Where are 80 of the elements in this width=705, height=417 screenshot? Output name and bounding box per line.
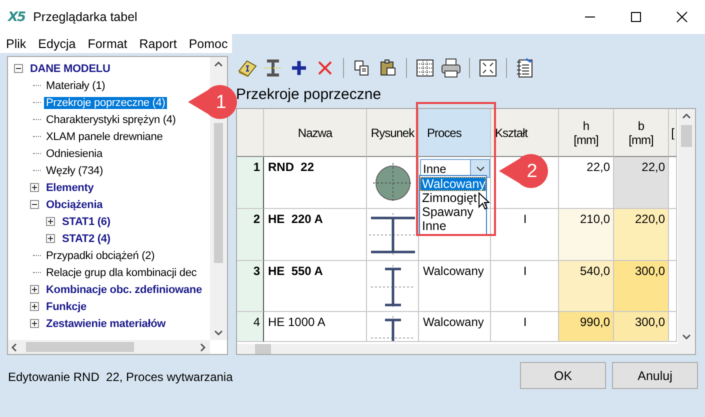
table-cell: HE 220 A [264, 209, 367, 261]
table-cell: HE 550 A [264, 261, 367, 312]
expand-icon[interactable] [30, 319, 39, 328]
tree-item[interactable]: Funkcje [44, 300, 89, 312]
chevron-down-icon[interactable] [476, 166, 484, 172]
column-header[interactable]: Nazwa [264, 109, 367, 157]
dialog-button[interactable]: Anuluj [612, 362, 698, 389]
columns-icon[interactable] [414, 57, 436, 79]
tree-item[interactable]: Kombinacje obc. zdefiniowane [44, 284, 204, 296]
printer-icon[interactable] [440, 57, 462, 79]
tree-item[interactable]: DANE MODELU [28, 62, 112, 74]
menu-item[interactable]: Edycja [32, 36, 82, 50]
table-cell: 210,0 [559, 209, 614, 261]
tree-item[interactable]: XLAM panele drewniane [44, 130, 165, 142]
app-logo: X5 [8, 10, 26, 24]
table-cell: 220,0 [614, 209, 669, 261]
table-cell: I [523, 315, 527, 329]
expand-icon[interactable] [46, 217, 55, 226]
window-title: Przeglądarka tabel [33, 10, 138, 24]
expand-icon[interactable] [46, 234, 55, 243]
table-cell: I [523, 212, 527, 226]
tree-item[interactable]: Charakterystyki sprężyn (4) [44, 114, 178, 126]
scrollbar-thumb[interactable] [26, 342, 134, 352]
menu-item[interactable]: Format [82, 36, 134, 50]
tree-item[interactable]: Zestawienie materiałów [44, 318, 168, 330]
tree-item[interactable]: STAT1 (6) [60, 216, 112, 228]
callout-badge: 1 [186, 83, 238, 121]
column-header[interactable]: Proces [419, 109, 491, 157]
column-header[interactable]: Kształt [491, 109, 559, 157]
row-number[interactable]: 3 [237, 261, 264, 312]
tree-item[interactable]: Materiały (1) [44, 80, 108, 92]
status-text: Edytowanie RND 22, Proces wytwarzania [8, 369, 233, 386]
column-header[interactable]: h [mm] [559, 109, 614, 157]
table-cell: HE 1000 A [264, 312, 367, 342]
menu-item[interactable]: Plik [0, 36, 32, 50]
row-number[interactable]: 1 [237, 157, 264, 209]
table-cell: Walcowany [423, 264, 484, 278]
dialog-button[interactable]: OK [520, 362, 606, 389]
expand-icon[interactable] [30, 183, 39, 192]
tree-item[interactable]: Relacje grup dla kombinacji dec [44, 266, 199, 278]
expand-icon[interactable] [30, 285, 39, 294]
table-cell: 300,0 [614, 312, 669, 342]
table-cell: I [523, 264, 527, 278]
collapse-icon[interactable] [30, 200, 39, 209]
tree-item[interactable]: Węzły (734) [44, 164, 106, 176]
row-number[interactable]: 2 [237, 209, 264, 261]
table-cell: 22,0 [559, 157, 614, 209]
tree-item[interactable]: Przekroje poprzeczne (4) [44, 96, 168, 108]
table-cell: Walcowany [423, 315, 484, 329]
fullscreen-icon[interactable] [477, 57, 499, 79]
table-cell: 300,0 [614, 261, 669, 312]
dropdown-option[interactable]: Inne [420, 219, 486, 233]
scrollbar-thumb[interactable] [255, 344, 271, 354]
table-cell: 990,0 [559, 312, 614, 342]
menu-item[interactable]: Raport [133, 36, 183, 50]
table-cell: 22,0 [614, 157, 669, 209]
tree-item[interactable]: STAT2 (4) [60, 232, 112, 244]
expand-icon[interactable] [30, 302, 39, 311]
column-header[interactable]: [ [669, 109, 677, 157]
callout-badge: 2 [497, 152, 549, 190]
tree-item[interactable]: Przypadki obciążeń (2) [44, 250, 157, 262]
tree-item[interactable]: Elementy [44, 182, 96, 194]
i-beam-drawing [370, 316, 414, 341]
scrollbar-thumb[interactable] [681, 125, 692, 147]
dropdown-option[interactable]: Spawany [420, 205, 486, 219]
section-title: Przekroje poprzeczne [235, 84, 382, 104]
scrollbar[interactable] [8, 340, 210, 354]
tree-item[interactable]: Odniesienia [44, 148, 104, 160]
column-header[interactable]: Rysunek [367, 109, 419, 157]
dropdown-option[interactable]: Walcowany [420, 177, 486, 191]
i-beam-drawing [368, 213, 416, 257]
menu-item[interactable]: Pomoc [182, 36, 234, 50]
row-number[interactable]: 4 [237, 312, 264, 342]
column-header[interactable]: b [mm] [614, 109, 669, 157]
table-cell: 540,0 [559, 261, 614, 312]
i-beam-drawing [370, 265, 414, 309]
tree-item[interactable]: Obciążenia [44, 198, 105, 210]
collapse-icon[interactable] [14, 64, 23, 73]
table-cell: RND 22 [264, 157, 367, 209]
scrollbar-thumb[interactable] [214, 123, 223, 263]
